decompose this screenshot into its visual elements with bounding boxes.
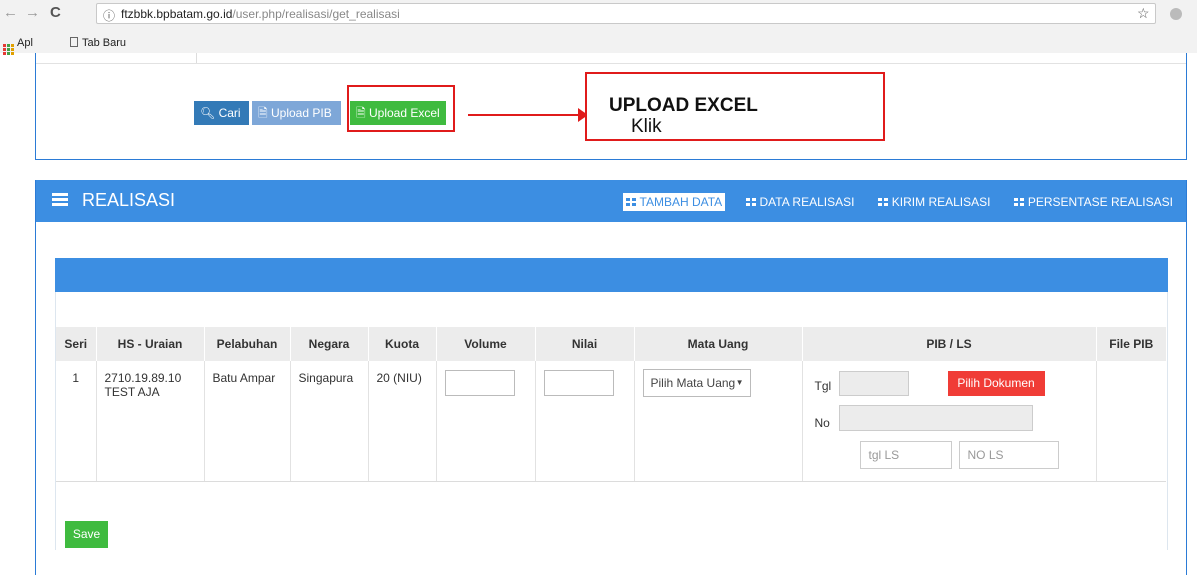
pilih-dokumen-button[interactable]: Pilih Dokumen [947, 371, 1045, 396]
cell-file-pib [1096, 361, 1166, 482]
cell-volume [436, 361, 536, 482]
cell-hs-uraian: 2710.19.89.10 TEST AJA [96, 361, 205, 482]
cari-button[interactable]: 🔍︎ Cari [194, 101, 249, 125]
extension-icon[interactable] [1170, 8, 1182, 20]
caret-down-icon: ▼ [735, 378, 744, 387]
reload-icon[interactable]: C [50, 5, 61, 20]
instruction-callout: Klik UPLOAD EXCEL [585, 72, 885, 141]
grid-icon [625, 198, 636, 206]
back-icon[interactable]: ← [3, 5, 18, 20]
col-mata-uang: Mata Uang [634, 327, 803, 361]
nilai-input[interactable] [543, 370, 614, 396]
tgl-ls-input[interactable]: tgl LS [859, 441, 952, 469]
tgl-label: Tgl [814, 379, 832, 393]
realisasi-panel: REALISASI TAMBAH DATA DATA REALISASI KIR… [35, 180, 1187, 575]
tgl-pib-field[interactable] [838, 371, 909, 396]
panel-title: REALISASI [52, 190, 175, 211]
realisasi-table: Seri HS - Uraian Pelabuhan Negara Kuota … [56, 327, 1166, 482]
cell-negara: Singapura [290, 361, 369, 482]
bookmarks-bar: Apl Tab Baru [0, 35, 1197, 55]
grid-icon [1013, 198, 1024, 206]
panel-header: REALISASI TAMBAH DATA DATA REALISASI KIR… [36, 180, 1186, 222]
bookmark-star-icon[interactable]: ☆ [1137, 5, 1150, 22]
form-header-bar [55, 258, 1168, 292]
callout-emphasis: UPLOAD EXCEL [609, 95, 758, 116]
cell-nilai [535, 361, 635, 482]
tab-kirim-realisasi[interactable]: KIRIM REALISASI [875, 193, 994, 211]
col-negara: Negara [290, 327, 369, 361]
col-file-pib: File PIB [1096, 327, 1166, 361]
col-volume: Volume [436, 327, 536, 361]
table-row: 1 2710.19.89.10 TEST AJA Batu Ampar Singa… [56, 361, 1166, 482]
col-seri: Seri [56, 327, 97, 361]
list-icon [52, 193, 68, 207]
info-icon[interactable]: ⓘ [103, 7, 115, 24]
cell-pelabuhan: Batu Ampar [204, 361, 291, 482]
uraian: TEST AJA [104, 385, 160, 399]
hs-code: 2710.19.89.10 [104, 371, 182, 385]
callout-prefix: Klik [631, 116, 662, 137]
cell-pib-ls: Tgl Pilih Dokumen No tgl LS NO LS [802, 361, 1097, 482]
highlight-box [347, 85, 455, 132]
no-ls-input[interactable]: NO LS [958, 441, 1059, 469]
panel-tabs: TAMBAH DATA DATA REALISASI KIRIM REALISA… [609, 193, 1177, 211]
col-kuota: Kuota [368, 327, 437, 361]
upload-pib-button[interactable]: 🗎 Upload PIB [252, 101, 341, 125]
save-button[interactable]: Save [65, 521, 108, 548]
cell-seri: 1 [56, 361, 97, 482]
bookmark-apps[interactable]: Apl [3, 37, 33, 55]
apps-grid-icon [3, 44, 14, 55]
url-text: ftzbbk.bpbatam.go.id/user.php/realisasi/… [121, 7, 400, 21]
col-pib-ls: PIB / LS [802, 327, 1097, 361]
table-header-row: Seri HS - Uraian Pelabuhan Negara Kuota … [56, 327, 1166, 361]
tab-tambah-data[interactable]: TAMBAH DATA [622, 193, 726, 211]
tab-persentase-realisasi[interactable]: PERSENTASE REALISASI [1011, 193, 1176, 211]
annotation-arrow [468, 114, 580, 116]
search-icon: 🔍︎ [200, 106, 216, 120]
tab-data-realisasi[interactable]: DATA REALISASI [743, 193, 858, 211]
address-bar[interactable]: ⓘ ftzbbk.bpbatam.go.id/user.php/realisas… [96, 3, 1156, 24]
bookmark-tab-baru[interactable]: Tab Baru [70, 37, 126, 49]
cell-kuota: 20 (NIU) [368, 361, 437, 482]
grid-icon [745, 198, 756, 206]
col-pelabuhan: Pelabuhan [204, 327, 291, 361]
page-icon [70, 37, 78, 47]
col-hs-uraian: HS - Uraian [96, 327, 205, 361]
volume-input[interactable] [444, 370, 515, 396]
col-nilai: Nilai [535, 327, 635, 361]
no-pib-field[interactable] [838, 405, 1033, 431]
file-icon: 🗎 [258, 106, 268, 120]
grid-icon [877, 198, 888, 206]
forward-icon[interactable]: → [25, 5, 40, 20]
mata-uang-select[interactable]: Pilih Mata Uang ▼ [642, 369, 751, 397]
no-label: No [814, 416, 830, 430]
browser-toolbar: ← → C ⓘ ftzbbk.bpbatam.go.id/user.php/re… [0, 0, 1197, 35]
cell-mata-uang: Pilih Mata Uang ▼ [634, 361, 803, 482]
